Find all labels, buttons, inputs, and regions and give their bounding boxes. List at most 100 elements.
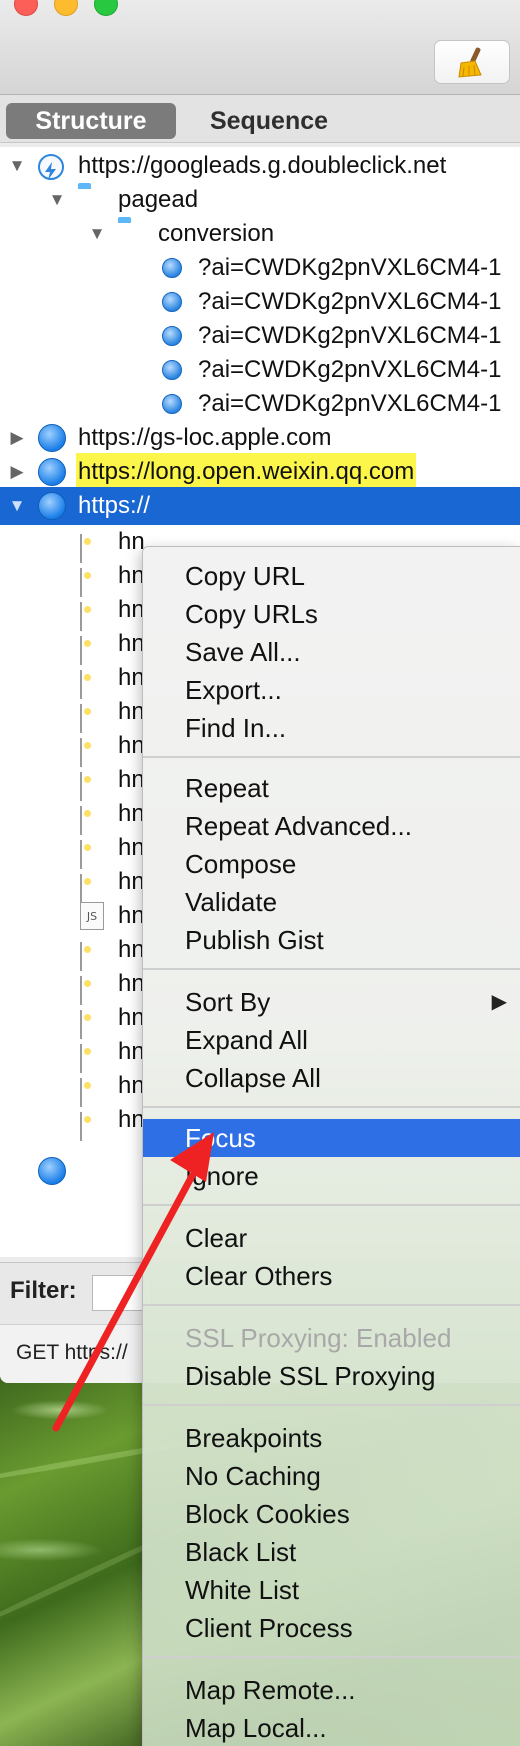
tree-row-request[interactable]: ?ai=CWDKg2pnVXL6CM4-1 bbox=[0, 317, 520, 355]
disclosure-expanded-icon[interactable]: ▼ bbox=[86, 215, 108, 253]
request-label: ?ai=CWDKg2pnVXL6CM4-1 bbox=[198, 390, 502, 417]
menu-item-ignore[interactable]: Ignore bbox=[143, 1157, 520, 1195]
menu-item-clear[interactable]: Clear bbox=[143, 1219, 520, 1257]
host-label: https:// bbox=[78, 492, 151, 519]
menu-item-map-remote[interactable]: Map Remote... bbox=[143, 1671, 520, 1709]
menu-item-expand-all[interactable]: Expand All bbox=[143, 1021, 520, 1059]
disclosure-collapsed-icon[interactable]: ▶ bbox=[6, 453, 28, 491]
request-label: ?ai=CWDKg2pnVXL6CM4-1 bbox=[198, 254, 502, 281]
menu-separator bbox=[143, 1106, 520, 1108]
menu-item-collapse-all[interactable]: Collapse All bbox=[143, 1059, 520, 1097]
menu-item-save-all[interactable]: Save All... bbox=[143, 633, 520, 671]
tree-row-folder[interactable]: ▼ pagead bbox=[0, 181, 520, 219]
close-window-button[interactable] bbox=[14, 0, 38, 16]
menu-item-breakpoints[interactable]: Breakpoints bbox=[143, 1419, 520, 1457]
child-label: hn bbox=[118, 698, 145, 725]
request-globe-icon bbox=[162, 258, 182, 278]
request-label: ?ai=CWDKg2pnVXL6CM4-1 bbox=[198, 288, 502, 315]
menu-item-label: Sort By bbox=[185, 987, 271, 1017]
menu-item-copy-urls[interactable]: Copy URLs bbox=[143, 595, 520, 633]
tree-row-host-selected[interactable]: ▼ https:// bbox=[0, 487, 520, 525]
lightning-host-icon bbox=[38, 154, 64, 180]
menu-item-publish-gist[interactable]: Publish Gist bbox=[143, 921, 520, 959]
menu-item-validate[interactable]: Validate bbox=[143, 883, 520, 921]
menu-item-client-process[interactable]: Client Process bbox=[143, 1609, 520, 1647]
menu-item-ssl-proxying-status: SSL Proxying: Enabled bbox=[185, 1323, 452, 1353]
globe-host-icon bbox=[38, 458, 66, 486]
menu-item-repeat-advanced[interactable]: Repeat Advanced... bbox=[143, 807, 520, 845]
child-label: hn bbox=[118, 630, 145, 657]
child-label: hn bbox=[118, 834, 145, 861]
menu-item-repeat[interactable]: Repeat bbox=[143, 769, 520, 807]
menu-item-disable-ssl-proxying[interactable]: Disable SSL Proxying bbox=[143, 1357, 520, 1395]
request-globe-icon bbox=[162, 326, 182, 346]
menu-item-compose[interactable]: Compose bbox=[143, 845, 520, 883]
javascript-file-icon: JS bbox=[80, 902, 104, 930]
disclosure-expanded-icon[interactable]: ▼ bbox=[46, 181, 68, 219]
zoom-window-button[interactable] bbox=[94, 0, 118, 16]
tab-structure[interactable]: Structure bbox=[6, 103, 176, 139]
tree-row-request[interactable]: ?ai=CWDKg2pnVXL6CM4-1 bbox=[0, 385, 520, 423]
child-label: hn bbox=[118, 936, 145, 963]
menu-separator bbox=[143, 1204, 520, 1206]
tree-row-folder[interactable]: ▼ conversion bbox=[0, 215, 520, 253]
child-label: hn bbox=[118, 528, 145, 555]
menu-item-black-list[interactable]: Black List bbox=[143, 1533, 520, 1571]
status-text: GET https:// bbox=[16, 1341, 128, 1364]
tree-row-host[interactable]: ▼ https://googleads.g.doubleclick.net bbox=[0, 147, 520, 185]
tree-row-host[interactable]: ▶ https://gs-loc.apple.com bbox=[0, 419, 520, 457]
menu-item-copy-url[interactable]: Copy URL bbox=[143, 557, 520, 595]
tab-sequence[interactable]: Sequence bbox=[194, 103, 344, 139]
menu-item-focus[interactable]: Focus bbox=[143, 1119, 520, 1157]
menu-item-block-cookies[interactable]: Block Cookies bbox=[143, 1495, 520, 1533]
child-label: hn bbox=[118, 902, 145, 929]
folder-label: pagead bbox=[118, 186, 199, 213]
child-label: hn bbox=[118, 1004, 145, 1031]
tree-row-request[interactable]: ?ai=CWDKg2pnVXL6CM4-1 bbox=[0, 249, 520, 287]
menu-separator bbox=[143, 756, 520, 758]
tree-row-host[interactable]: ▶ https://long.open.weixin.qq.com bbox=[0, 453, 520, 491]
child-label: hn bbox=[118, 596, 145, 623]
request-globe-icon bbox=[162, 292, 182, 312]
globe-host-icon bbox=[38, 1157, 66, 1185]
globe-host-icon bbox=[38, 492, 66, 520]
menu-separator bbox=[143, 968, 520, 970]
tree-row-request[interactable]: ?ai=CWDKg2pnVXL6CM4-1 bbox=[0, 283, 520, 321]
disclosure-expanded-icon[interactable]: ▼ bbox=[6, 487, 28, 525]
menu-item-clear-others[interactable]: Clear Others bbox=[143, 1257, 520, 1295]
child-label: hn bbox=[118, 1072, 145, 1099]
menu-item-export[interactable]: Export... bbox=[143, 671, 520, 709]
minimize-window-button[interactable] bbox=[54, 0, 78, 16]
menu-separator bbox=[143, 1304, 520, 1306]
child-label: hn bbox=[118, 766, 145, 793]
disclosure-expanded-icon[interactable]: ▼ bbox=[6, 147, 28, 185]
menu-item-sort-by[interactable]: Sort By ▶ bbox=[143, 983, 520, 1021]
request-globe-icon bbox=[162, 360, 182, 380]
host-label: https://gs-loc.apple.com bbox=[78, 424, 332, 451]
broom-icon bbox=[458, 47, 482, 78]
child-label: hn bbox=[118, 1106, 145, 1133]
globe-host-icon bbox=[38, 424, 66, 452]
menu-separator bbox=[143, 1404, 520, 1406]
child-label: hn bbox=[118, 562, 145, 589]
filter-label: Filter: bbox=[10, 1277, 77, 1304]
request-globe-icon bbox=[162, 394, 182, 414]
request-label: ?ai=CWDKg2pnVXL6CM4-1 bbox=[198, 356, 502, 383]
folder-label: conversion bbox=[158, 220, 275, 247]
submenu-arrow-icon: ▶ bbox=[491, 991, 507, 1013]
context-menu: Copy URL Copy URLs Save All... Export...… bbox=[142, 546, 520, 1746]
child-label: hn bbox=[118, 1038, 145, 1065]
tree-row-request[interactable]: ?ai=CWDKg2pnVXL6CM4-1 bbox=[0, 351, 520, 389]
disclosure-collapsed-icon[interactable]: ▶ bbox=[6, 419, 28, 457]
menu-item-white-list[interactable]: White List bbox=[143, 1571, 520, 1609]
menu-item-map-local[interactable]: Map Local... bbox=[143, 1709, 520, 1746]
view-tab-bar: Structure Sequence bbox=[0, 95, 520, 143]
child-label: hn bbox=[118, 800, 145, 827]
child-label: hn bbox=[118, 970, 145, 997]
clear-session-button[interactable] bbox=[434, 40, 510, 84]
menu-item-find-in[interactable]: Find In... bbox=[143, 709, 520, 747]
menu-item-no-caching[interactable]: No Caching bbox=[143, 1457, 520, 1495]
child-label: hn bbox=[118, 664, 145, 691]
child-label: hn bbox=[118, 868, 145, 895]
title-bar bbox=[0, 0, 520, 95]
